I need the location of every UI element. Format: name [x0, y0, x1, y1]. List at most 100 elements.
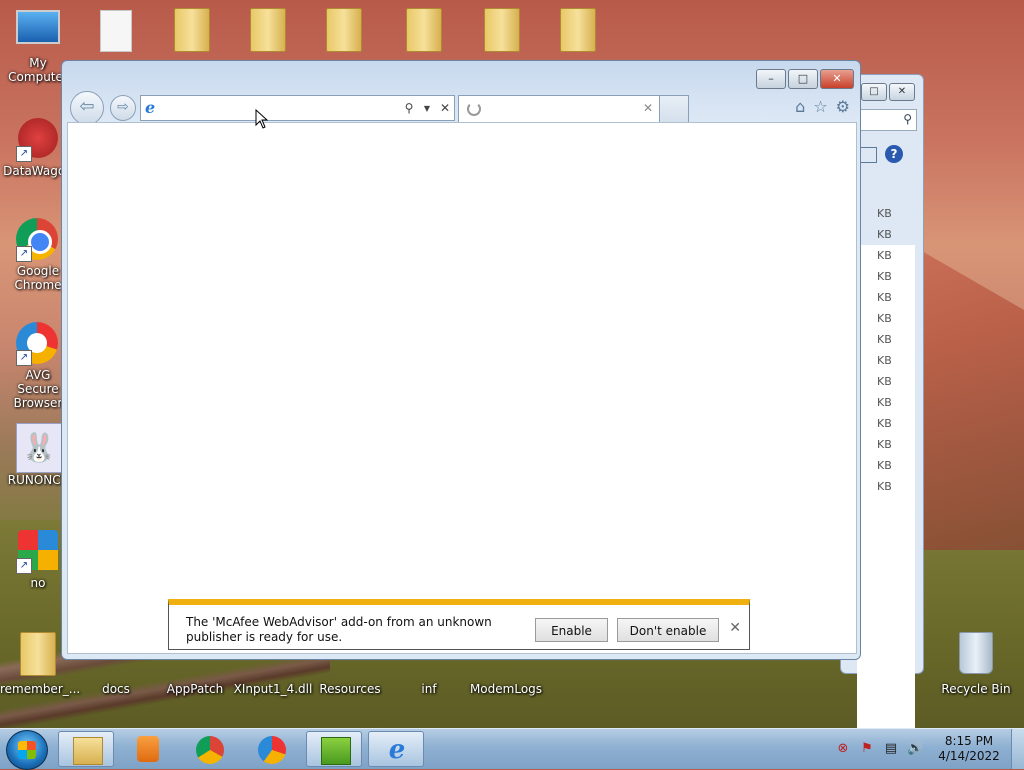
taskbar-notepad[interactable] [306, 731, 362, 767]
desktop-icon-folder[interactable] [386, 8, 462, 52]
network-icon[interactable]: ▤ [883, 741, 899, 757]
taskbar-internet-explorer[interactable]: e [368, 731, 424, 767]
explorer-search-input[interactable]: ⚲ [857, 109, 917, 131]
maximize-button[interactable]: □ [861, 83, 887, 101]
forward-button[interactable]: ⇨ [110, 95, 136, 121]
file-size: KB [877, 249, 892, 262]
addon-notification-bar: The 'McAfee WebAdvisor' add-on from an u… [168, 599, 750, 650]
shortcut-arrow-icon: ↗ [16, 146, 32, 162]
desktop-icon-recycle-bin[interactable]: Recycle Bin [938, 632, 1014, 696]
minimize-button[interactable]: – [756, 69, 786, 89]
folder-icon [484, 8, 520, 52]
desktop-icon-folder[interactable] [306, 8, 382, 52]
taskbar-explorer[interactable] [58, 731, 114, 767]
home-icon[interactable]: ⌂ [795, 97, 805, 116]
media-player-icon [137, 736, 159, 762]
file-size: KB [877, 417, 892, 430]
desktop-icon-label: XInput1_4.dll [233, 682, 313, 696]
folder-icon [73, 737, 103, 765]
desktop-icon-resources[interactable]: Resources [312, 682, 388, 696]
gear-icon[interactable]: ⚙ [836, 97, 850, 116]
start-button[interactable] [6, 730, 48, 770]
desktop-icon-label: docs [102, 682, 130, 696]
explorer-window-controls: □ ✕ [861, 83, 915, 101]
taskbar: e ⊗ ⚑ ▤ 🔊 8:15 PM 4/14/2022 [0, 728, 1024, 770]
preview-pane-icon[interactable] [859, 147, 877, 163]
taskbar-avg-browser[interactable] [244, 731, 300, 767]
notification-message: The 'McAfee WebAdvisor' add-on from an u… [186, 615, 492, 644]
search-icon[interactable]: ⚲ [400, 101, 418, 115]
enable-button[interactable]: Enable [535, 618, 608, 642]
folder-icon [250, 8, 286, 52]
file-size: KB [877, 480, 892, 493]
desktop-icon-folder[interactable] [464, 8, 540, 52]
internet-explorer-window[interactable]: – □ ✕ ⇦ ⇨ e ⚲ ▼ ✕ ✕ ⌂ ☆ ⚙ [61, 60, 861, 660]
taskbar-chrome[interactable] [182, 731, 238, 767]
desktop-icon-label: Google Chrome [14, 264, 62, 292]
show-desktop-button[interactable] [1011, 729, 1024, 769]
chrome-icon [196, 736, 224, 764]
new-tab-button[interactable] [659, 95, 689, 122]
ie-logo-icon: e [388, 735, 406, 765]
ie-window-controls: – □ ✕ [756, 69, 854, 89]
shortcut-arrow-icon: ↗ [16, 350, 32, 366]
file-size: KB [877, 396, 892, 409]
file-size: KB [877, 291, 892, 304]
desktop-icon-folder[interactable] [154, 8, 230, 52]
help-icon[interactable]: ? [885, 145, 903, 163]
desktop-icon-docs[interactable]: docs [78, 682, 154, 696]
clock-date: 4/14/2022 [938, 749, 1000, 763]
ie-toolbar-icons: ⌂ ☆ ⚙ [795, 97, 850, 116]
search-icon: ⚲ [903, 112, 912, 126]
ie-logo-icon: e [145, 98, 156, 117]
address-bar[interactable]: e ⚲ ▼ ✕ [140, 95, 455, 121]
browser-tab[interactable]: ✕ [458, 95, 660, 122]
file-size: KB [877, 333, 892, 346]
forward-arrow-icon: ⇨ [117, 99, 129, 115]
close-tab-icon[interactable]: ✕ [643, 101, 653, 115]
folder-icon [20, 632, 56, 676]
clock[interactable]: 8:15 PM 4/14/2022 [927, 734, 1011, 764]
volume-icon[interactable]: 🔊 [907, 741, 923, 757]
desktop-icon-folder[interactable] [540, 8, 616, 52]
loading-spinner-icon [467, 102, 481, 116]
recycle-bin-icon [959, 632, 993, 674]
desktop-icon-folder[interactable] [230, 8, 306, 52]
document-icon [100, 10, 132, 52]
maximize-button[interactable]: □ [788, 69, 818, 89]
folder-icon [326, 8, 362, 52]
explorer-file-list: KB KB KB KB KB KB KB KB KB KB KB KB KB K… [857, 207, 915, 735]
page-viewport[interactable] [67, 122, 857, 654]
close-button[interactable]: ✕ [889, 83, 915, 101]
stop-icon[interactable]: ✕ [436, 101, 454, 115]
folder-icon [406, 8, 442, 52]
file-size: KB [877, 228, 892, 241]
desktop-icon-modemlogs[interactable]: ModemLogs [468, 682, 544, 696]
shortcut-arrow-icon: ↗ [16, 558, 32, 574]
desktop-icon-label: ModemLogs [469, 682, 543, 696]
desktop-icon-label: AVG Secure Browser [13, 368, 63, 410]
favorites-star-icon[interactable]: ☆ [813, 97, 827, 116]
notepad-icon [321, 737, 351, 765]
datawagon-icon: ↗ [16, 118, 60, 162]
chevron-down-icon[interactable]: ▼ [418, 104, 436, 113]
desktop-icon-inf[interactable]: inf [391, 682, 467, 696]
desktop-icon-apppatch[interactable]: AppPatch [157, 682, 233, 696]
file-size: KB [877, 312, 892, 325]
back-button[interactable]: ⇦ [70, 91, 104, 125]
taskbar-media-player[interactable] [120, 731, 176, 767]
rabbit-icon: 🐰 [16, 423, 62, 473]
mcafee-icon[interactable]: ⊗ [835, 741, 851, 757]
desktop-icon-label: Resources [319, 682, 381, 696]
close-icon[interactable]: ✕ [729, 620, 741, 636]
avg-browser-icon: ↗ [16, 322, 60, 366]
desktop-icon-xinput[interactable]: XInput1_4.dll [232, 682, 314, 696]
file-size: KB [877, 438, 892, 451]
address-input[interactable] [161, 97, 400, 119]
desktop-icon-document[interactable] [78, 10, 154, 52]
file-size: KB [877, 375, 892, 388]
close-button[interactable]: ✕ [820, 69, 854, 89]
action-center-flag-icon[interactable]: ⚑ [859, 741, 875, 757]
dont-enable-button[interactable]: Don't enable [617, 618, 719, 642]
folder-icon [560, 8, 596, 52]
